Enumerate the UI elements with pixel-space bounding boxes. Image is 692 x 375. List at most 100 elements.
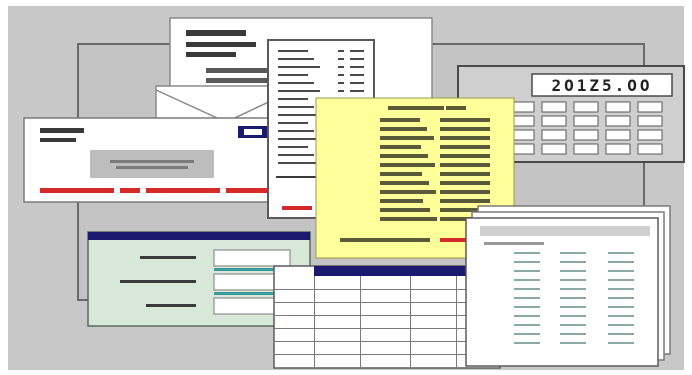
report-line-col3: [608, 315, 634, 317]
report-line-col3: [608, 288, 634, 290]
report-line-col3: [608, 279, 634, 281]
yellow-line-value: [440, 145, 490, 149]
receipt-line-dot: [338, 74, 344, 76]
receipt-line-label: [278, 74, 308, 76]
yellow-line-value: [440, 154, 490, 158]
yellow-line-text: [380, 199, 423, 203]
receipt-line-label: [278, 114, 320, 116]
receipt-line-dot: [338, 50, 344, 52]
report-line-col2: [560, 324, 586, 326]
calculator-key: [573, 115, 599, 127]
report-line-col1: [514, 288, 540, 290]
spreadsheet-col-rule: [410, 276, 411, 368]
yellow-line-value: [440, 118, 490, 122]
receipt-line-label: [278, 154, 314, 156]
receipt-line-amount: [350, 90, 364, 92]
report-line-col3: [608, 306, 634, 308]
yellow-line-text: [380, 118, 420, 122]
yellow-line-text: [380, 154, 428, 158]
report-line-col2: [560, 306, 586, 308]
report-line-col1: [514, 333, 540, 335]
calculator-display-text: 2O1Z5.OO: [551, 76, 652, 95]
calculator-key: [541, 115, 567, 127]
calculator-key: [573, 101, 599, 113]
clipart-scene: 2O1Z5.OO: [0, 0, 692, 375]
receipt-line-amount: [350, 74, 364, 76]
receipt-line-label: [278, 138, 320, 140]
yellow-line-value: [440, 163, 490, 167]
receipt-line-label: [278, 98, 308, 100]
calculator-key: [637, 115, 663, 127]
spreadsheet-col-rule: [456, 276, 457, 368]
yellow-line-value: [440, 136, 490, 140]
receipt-line-dot: [338, 66, 344, 68]
receipt-line-label: [278, 82, 314, 84]
report-line-col3: [608, 297, 634, 299]
report-line-col2: [560, 288, 586, 290]
report-line-col1: [514, 306, 540, 308]
report-line-col1: [514, 261, 540, 263]
report-line-col3: [608, 270, 634, 272]
receipt-line-amount: [350, 66, 364, 68]
report-line-col2: [560, 333, 586, 335]
yellow-line-text: [380, 136, 434, 140]
calculator-key: [573, 129, 599, 141]
report-stack: [465, 205, 671, 367]
report-line-col2: [560, 279, 586, 281]
yellow-line-text: [380, 217, 437, 221]
receipt-line-label: [278, 146, 308, 148]
report-line-col1: [514, 252, 540, 254]
calculator-key: [637, 143, 663, 155]
report-line-col3: [608, 333, 634, 335]
report-line-col1: [514, 315, 540, 317]
receipt-line-label: [278, 58, 314, 60]
receipt-line-amount: [350, 82, 364, 84]
calculator-key: [541, 101, 567, 113]
report-line-col2: [560, 315, 586, 317]
spreadsheet-col-rule: [360, 276, 361, 368]
yellow-line-text: [380, 190, 436, 194]
receipt-line-label: [278, 122, 308, 124]
yellow-line-text: [380, 172, 422, 176]
report-line-col1: [514, 324, 540, 326]
calculator-key: [605, 115, 631, 127]
report-line-col1: [514, 270, 540, 272]
report-line-col2: [560, 270, 586, 272]
report-line-col1: [514, 297, 540, 299]
report-line-col3: [608, 252, 634, 254]
yellow-line-value: [440, 199, 490, 203]
calculator-key: [637, 129, 663, 141]
report-line-col1: [514, 279, 540, 281]
receipt-line-label: [278, 162, 320, 164]
calculator-key: [573, 143, 599, 155]
invoice-document: [23, 117, 287, 203]
calculator-key: [637, 101, 663, 113]
yellow-line-value: [440, 190, 490, 194]
calculator-key: [605, 143, 631, 155]
report-line-col3: [608, 342, 634, 344]
receipt-line-dot: [338, 90, 344, 92]
receipt-line-label: [278, 66, 320, 68]
receipt-line-label: [278, 106, 314, 108]
yellow-line-value: [440, 127, 490, 131]
calculator-key: [605, 129, 631, 141]
yellow-line-text: [380, 145, 421, 149]
yellow-line-text: [380, 181, 429, 185]
receipt-line-label: [278, 50, 308, 52]
calculator-key: [541, 143, 567, 155]
report-line-col2: [560, 252, 586, 254]
yellow-line-text: [380, 163, 435, 167]
report-line-col2: [560, 342, 586, 344]
receipt-line-dot: [338, 58, 344, 60]
calculator-key: [541, 129, 567, 141]
report-line-col3: [608, 324, 634, 326]
receipt-line-amount: [350, 50, 364, 52]
calculator-key: [605, 101, 631, 113]
yellow-line-text: [380, 127, 427, 131]
receipt-line-dot: [338, 82, 344, 84]
yellow-line-value: [440, 181, 490, 185]
receipt-line-label: [278, 90, 320, 92]
report-line-col1: [514, 342, 540, 344]
receipt-line-amount: [350, 58, 364, 60]
report-line-col2: [560, 297, 586, 299]
